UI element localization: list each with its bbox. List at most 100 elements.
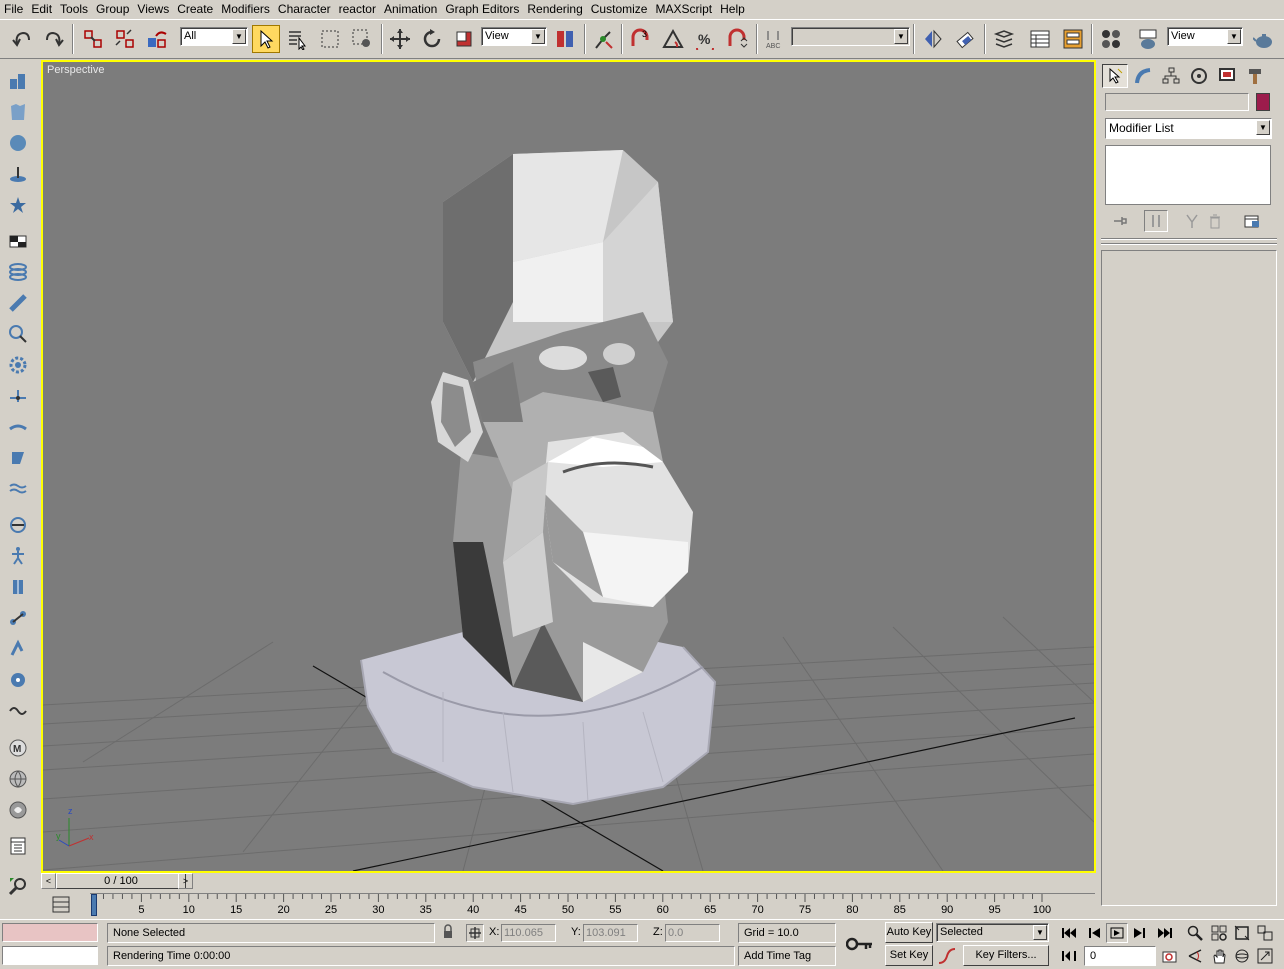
select-and-move-button[interactable] [386, 25, 414, 53]
pin-stack-button[interactable] [1108, 210, 1132, 232]
tab-create[interactable] [1102, 64, 1128, 88]
hinge-constraint-button[interactable] [4, 543, 32, 569]
tab-hierarchy[interactable] [1158, 64, 1184, 88]
menu-character[interactable]: Character [274, 0, 335, 19]
align-button[interactable] [951, 25, 979, 53]
arc-rotate-button[interactable] [1231, 946, 1253, 966]
maxscript-input-mini[interactable] [2, 946, 98, 965]
auto-key-button[interactable]: Auto Key [885, 922, 933, 943]
property-editor-button[interactable] [4, 833, 32, 859]
play-animation-button[interactable] [1106, 923, 1128, 943]
menu-group[interactable]: Group [92, 0, 133, 19]
next-frame-arrow[interactable]: > [178, 873, 193, 889]
key-mode-dropdown[interactable]: Selected ▼ [936, 923, 1049, 942]
menu-maxscript[interactable]: MAXScript [651, 0, 716, 19]
schematic-view-button[interactable] [1059, 25, 1087, 53]
redo-button[interactable] [40, 25, 68, 53]
soft-body-collection-button[interactable] [4, 130, 32, 156]
configure-modifier-sets-button[interactable] [1240, 210, 1264, 232]
go-to-end-button[interactable] [1154, 923, 1176, 943]
cloth-collection-button[interactable] [4, 99, 32, 125]
select-and-rotate-button[interactable] [418, 25, 446, 53]
zoom-extents-button[interactable] [1231, 923, 1253, 943]
selection-filter-dropdown[interactable]: All ▼ [180, 27, 248, 46]
rope-collection-button[interactable] [4, 161, 32, 187]
rigid-body-collection-button[interactable] [4, 68, 32, 94]
select-and-manipulate-button[interactable] [589, 25, 617, 53]
mirror-button[interactable] [919, 25, 947, 53]
unlink-selection-button[interactable] [111, 25, 139, 53]
water-button[interactable] [4, 445, 32, 471]
maximize-viewport-toggle[interactable] [1254, 946, 1276, 966]
tab-modify[interactable] [1130, 64, 1156, 88]
named-selection-sets-dropdown[interactable]: ▼ [791, 27, 910, 46]
undo-button[interactable] [8, 25, 36, 53]
preview-animation-button[interactable] [4, 797, 32, 823]
menu-rendering[interactable]: Rendering [523, 0, 586, 19]
tab-utilities[interactable] [1242, 64, 1268, 88]
zoom-extents-all-button[interactable] [1254, 923, 1276, 943]
add-time-tag[interactable]: Add Time Tag [738, 946, 836, 966]
select-object-button[interactable] [252, 25, 280, 53]
menu-modifiers[interactable]: Modifiers [217, 0, 274, 19]
previous-frame-button[interactable] [1083, 923, 1105, 943]
constraint-solver-button[interactable] [4, 476, 32, 502]
spinner-snap-button[interactable] [723, 25, 751, 53]
zoom-all-button[interactable] [1208, 923, 1230, 943]
remove-modifier-button[interactable] [1203, 210, 1227, 232]
open-mini-curve-editor-button[interactable] [47, 893, 77, 917]
select-and-link-button[interactable] [79, 25, 107, 53]
wind-button[interactable] [4, 352, 32, 378]
go-to-start-button[interactable] [1058, 923, 1080, 943]
key-filters-button[interactable]: Key Filters... [963, 945, 1049, 966]
object-name-field[interactable] [1105, 93, 1249, 111]
create-animation-button[interactable] [4, 766, 32, 792]
fracture-2-button[interactable] [4, 667, 32, 693]
key-mode-toggle[interactable] [1058, 946, 1080, 966]
angle-snap-button[interactable] [659, 25, 687, 53]
current-frame-field[interactable]: 0 [1084, 946, 1156, 966]
set-key-button[interactable]: Set Key [885, 945, 933, 966]
edit-named-selection-button[interactable]: ABC [761, 25, 789, 53]
prev-frame-arrow[interactable]: < [41, 873, 56, 889]
menu-edit[interactable]: Edit [27, 0, 56, 19]
menu-graph-editors[interactable]: Graph Editors [441, 0, 523, 19]
set-keys-button[interactable] [842, 930, 878, 958]
perspective-viewport[interactable]: Perspective z y x [41, 60, 1096, 873]
percent-snap-button[interactable]: % [691, 25, 719, 53]
y-coord-field[interactable]: 103.091 [583, 924, 638, 942]
modifier-list-dropdown[interactable]: Modifier List ▼ [1105, 118, 1272, 139]
fracture-button[interactable] [4, 414, 32, 440]
default-in-out-tangents-button[interactable] [937, 947, 957, 965]
analyze-world-button[interactable]: M [4, 735, 32, 761]
rope-2-button[interactable] [4, 698, 32, 724]
time-configuration-button[interactable] [1159, 946, 1181, 966]
snaps-toggle-button[interactable]: 3 [626, 25, 654, 53]
modifier-stack[interactable] [1105, 145, 1271, 205]
layer-manager-button[interactable] [990, 25, 1018, 53]
select-by-name-button[interactable] [284, 25, 312, 53]
selection-lock-toggle[interactable] [441, 924, 457, 942]
bind-to-space-warp-button[interactable] [143, 25, 171, 53]
motor-button[interactable] [4, 321, 32, 347]
window-crossing-button[interactable] [348, 25, 376, 53]
field-of-view-button[interactable] [1184, 946, 1206, 966]
maxscript-listener-mini[interactable] [2, 923, 98, 942]
object-color-swatch[interactable] [1256, 93, 1270, 111]
spring-button[interactable] [4, 259, 32, 285]
next-frame-button[interactable] [1129, 923, 1151, 943]
tab-motion[interactable] [1186, 64, 1212, 88]
render-view-dropdown[interactable]: View ▼ [1167, 27, 1243, 46]
menu-reactor[interactable]: reactor [335, 0, 380, 19]
menu-file[interactable]: File [0, 0, 27, 19]
zoom-extents-reactor-button[interactable] [4, 873, 32, 899]
rectangular-selection-button[interactable] [316, 25, 344, 53]
curve-editor-button[interactable] [1026, 25, 1054, 53]
quick-render-button[interactable] [1250, 25, 1278, 53]
x-coord-field[interactable]: 110.065 [501, 924, 556, 942]
ragdoll-constraint-button[interactable] [4, 512, 32, 538]
menu-create[interactable]: Create [173, 0, 217, 19]
point-to-point-button[interactable] [4, 574, 32, 600]
menu-animation[interactable]: Animation [380, 0, 441, 19]
menu-views[interactable]: Views [133, 0, 173, 19]
